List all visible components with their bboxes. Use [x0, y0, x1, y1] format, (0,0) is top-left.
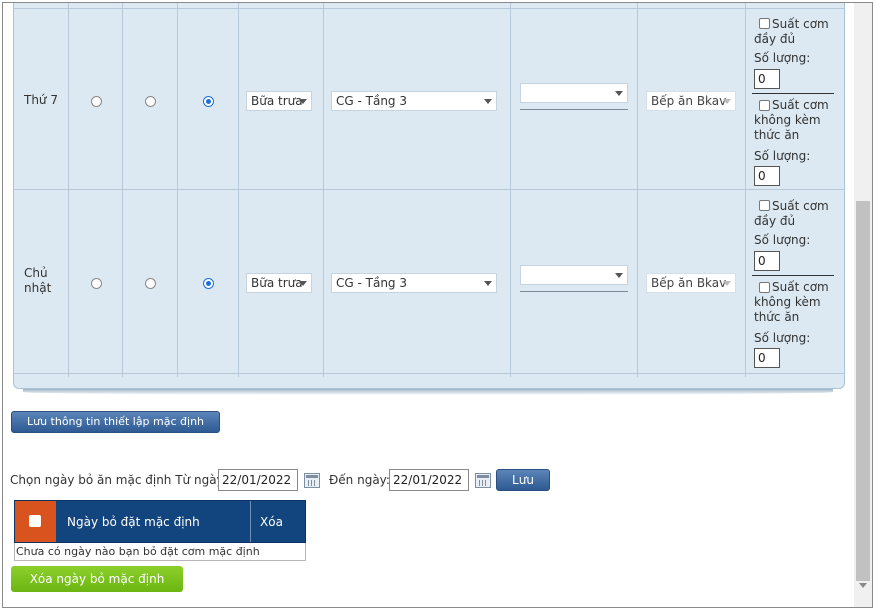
day-label: Thứ 7 — [24, 93, 58, 107]
location-value: CG - Tầng 3 — [336, 276, 407, 290]
default-meal-table: Thứ 7 Bữa trưa CG - Tầng 3 Bếp ăn Bkav S… — [13, 3, 845, 389]
qty-full-input[interactable]: 0 — [754, 69, 780, 89]
meal-select[interactable]: Bữa trưa — [246, 273, 312, 293]
kitchen-select: Bếp ăn Bkav — [646, 91, 736, 111]
page-frame: Thứ 7 Bữa trưa CG - Tầng 3 Bếp ăn Bkav S… — [2, 2, 873, 608]
table-shadow — [23, 389, 833, 395]
skip-days-grid-body: Chưa có ngày nào bạn bỏ đặt cơm mặc định — [14, 543, 306, 561]
kitchen-value: Bếp ăn Bkav — [651, 94, 727, 108]
column-header-delete: Xóa — [260, 515, 283, 529]
location-select[interactable]: CG - Tầng 3 — [331, 91, 497, 111]
meal-value: Bữa trưa — [251, 94, 303, 108]
extra-select[interactable] — [520, 265, 628, 285]
extra-select[interactable] — [520, 83, 628, 103]
to-date-label: Đến ngày: — [329, 473, 390, 487]
save-date-button[interactable]: Lưu — [496, 469, 550, 491]
qty-full-input[interactable]: 0 — [754, 251, 780, 271]
option-radio-3[interactable] — [203, 278, 214, 289]
option-radio-2[interactable] — [145, 96, 156, 107]
kitchen-select: Bếp ăn Bkav — [646, 273, 736, 293]
qty-label: Số lượng: — [754, 233, 811, 247]
qty-nofood-input[interactable]: 0 — [754, 348, 780, 368]
select-all-checkbox[interactable] — [29, 515, 41, 527]
scrollbar-thumb[interactable] — [856, 201, 870, 581]
chevron-down-icon — [723, 99, 731, 104]
chevron-down-icon — [723, 281, 731, 286]
meal-value: Bữa trưa — [251, 276, 303, 290]
column-header-date: Ngày bỏ đặt mặc định — [67, 515, 200, 529]
qty-label: Số lượng: — [754, 51, 811, 65]
option-radio-3[interactable] — [203, 96, 214, 107]
chevron-down-icon — [615, 91, 623, 96]
to-date-input[interactable]: 22/01/2022 — [389, 469, 469, 491]
calendar-icon[interactable] — [304, 473, 320, 488]
option-radio-2[interactable] — [145, 278, 156, 289]
option-radio-1[interactable] — [91, 96, 102, 107]
scroll-down-arrow-icon[interactable] — [859, 583, 867, 588]
save-default-button[interactable]: Lưu thông tin thiết lập mặc định — [11, 411, 220, 433]
no-food-label: Suất cơm không kèm thức ăn — [754, 280, 829, 324]
option-radio-1[interactable] — [91, 278, 102, 289]
qty-label: Số lượng: — [754, 149, 811, 163]
qty-nofood-input[interactable]: 0 — [754, 166, 780, 186]
location-select[interactable]: CG - Tầng 3 — [331, 273, 497, 293]
chevron-down-icon — [615, 273, 623, 278]
no-food-label: Suất cơm không kèm thức ăn — [754, 98, 829, 142]
qty-label: Số lượng: — [754, 331, 811, 345]
skip-days-grid-header: Ngày bỏ đặt mặc định Xóa — [14, 500, 306, 543]
day-label: Chủ nhật — [24, 266, 52, 295]
full-meal-label: Suất cơm đầy đủ — [754, 17, 829, 46]
vertical-scrollbar[interactable] — [854, 3, 872, 607]
empty-message: Chưa có ngày nào bạn bỏ đặt cơm mặc định — [16, 545, 260, 558]
delete-default-day-button[interactable]: Xóa ngày bỏ mặc định — [11, 566, 183, 592]
date-filter-label: Chọn ngày bỏ ăn mặc định Từ ngày: — [10, 473, 227, 487]
calendar-icon[interactable] — [475, 473, 491, 488]
chevron-down-icon — [484, 281, 492, 286]
chevron-down-icon — [299, 99, 307, 104]
chevron-down-icon — [299, 281, 307, 286]
from-date-input[interactable]: 22/01/2022 — [218, 469, 298, 491]
meal-select[interactable]: Bữa trưa — [246, 91, 312, 111]
chevron-down-icon — [484, 99, 492, 104]
location-value: CG - Tầng 3 — [336, 94, 407, 108]
full-meal-label: Suất cơm đầy đủ — [754, 199, 829, 228]
kitchen-value: Bếp ăn Bkav — [651, 276, 727, 290]
